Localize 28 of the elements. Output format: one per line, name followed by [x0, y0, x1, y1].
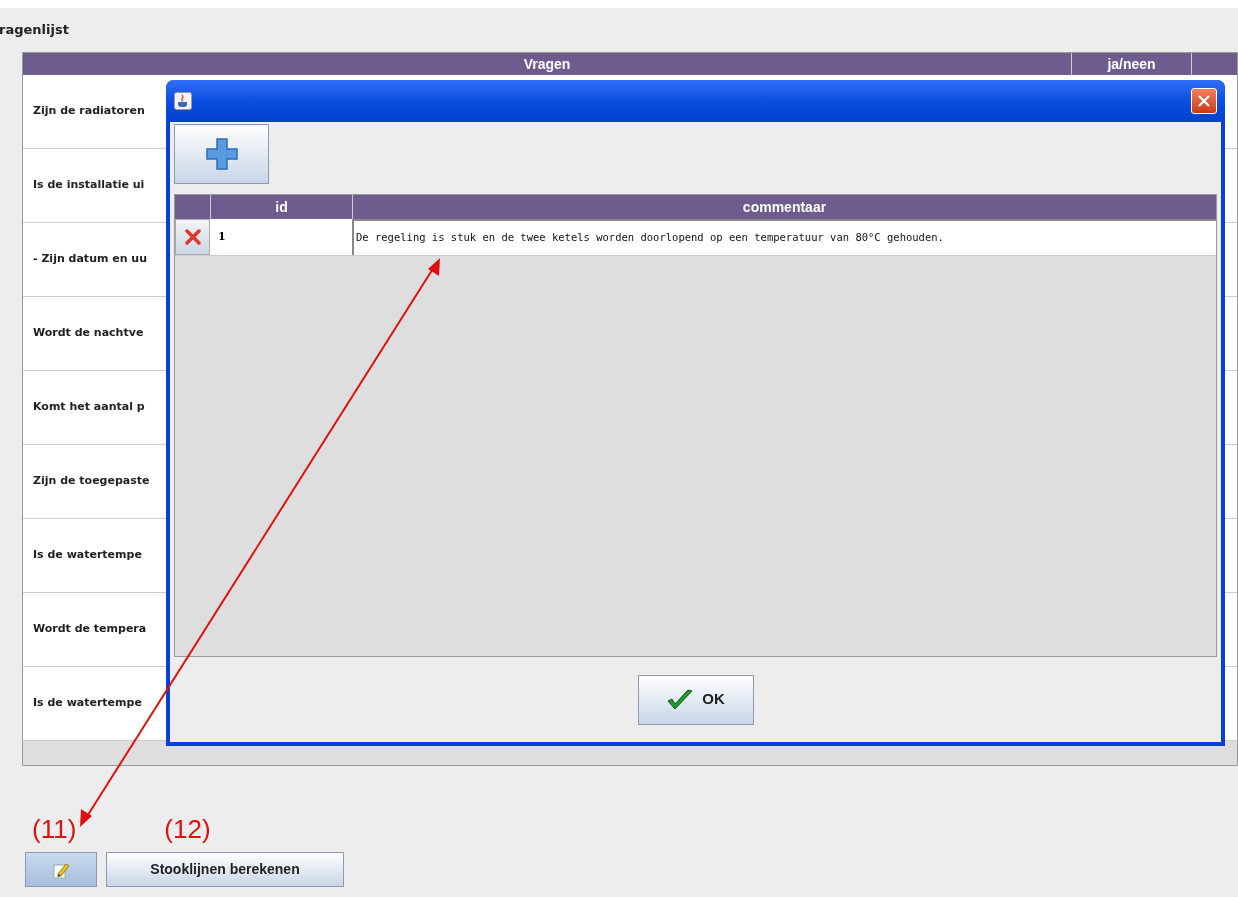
question-text: Is de watertempe [33, 547, 142, 564]
calculate-button[interactable]: Stooklijnen berekenen [106, 852, 344, 887]
comment-cell[interactable]: De regeling is stuk en de twee ketels worden doorlopend op een temperatuur van 80°C gehouden. [352, 219, 1216, 255]
checkmark-icon [666, 687, 695, 712]
annotation-label: (12) [164, 816, 211, 842]
close-icon [1197, 94, 1211, 108]
annotation-label: (11) [32, 816, 77, 842]
question-text: - Zijn datum en uu [33, 251, 148, 268]
question-text: Wordt de nachtve [33, 325, 144, 342]
plus-icon [204, 137, 239, 171]
question-text: Is de installatie ui [33, 177, 145, 194]
delete-icon [184, 229, 201, 245]
add-button[interactable] [174, 124, 269, 184]
ok-button[interactable]: OK [637, 674, 754, 725]
edit-button[interactable] [25, 852, 97, 887]
table-cell-text: 1 [218, 228, 226, 245]
question-text: Is de watertempe [33, 695, 142, 712]
question-text: Zijn de toegepaste [33, 473, 150, 490]
question-text: Komt het aantal p [33, 399, 145, 416]
java-cup-icon [174, 92, 192, 110]
column-header: ja/neen [1071, 53, 1191, 75]
delete-row-button[interactable] [175, 219, 210, 255]
question-text: Zijn de radiatoren [33, 103, 145, 120]
column-header: commentaar [352, 195, 1216, 219]
close-button[interactable] [1191, 88, 1217, 114]
section-title: ragenlijst [0, 21, 69, 40]
column-header: Vragen [522, 54, 572, 74]
question-text: Wordt de tempera [33, 621, 147, 638]
